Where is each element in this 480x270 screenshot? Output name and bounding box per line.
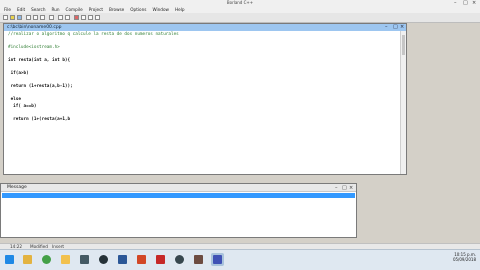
new-file-icon[interactable] [3, 15, 8, 20]
menu-help[interactable]: Help [175, 6, 185, 13]
message-caption: Message [1, 184, 356, 192]
acrobat-icon[interactable] [154, 253, 167, 266]
chess-icon[interactable] [192, 253, 205, 266]
menu-compile[interactable]: Compile [66, 6, 83, 13]
steam-icon[interactable] [97, 253, 110, 266]
copy-icon[interactable] [33, 15, 38, 20]
save-icon[interactable] [17, 15, 22, 20]
menu-run[interactable]: Run [52, 6, 60, 13]
scrollbar-thumb[interactable] [402, 35, 405, 55]
paste-icon[interactable] [40, 15, 45, 20]
editor-close-icon[interactable]: × [400, 24, 404, 31]
undo-icon[interactable] [49, 15, 54, 20]
message-close-icon[interactable]: × [349, 184, 353, 192]
editor-title: c:\bc\bin\noname00.cpp [7, 25, 62, 30]
compile-icon[interactable] [81, 15, 86, 20]
message-selected-row[interactable] [2, 193, 355, 198]
menu-edit[interactable]: Edit [17, 6, 25, 13]
menu-options[interactable]: Options [130, 6, 146, 13]
open-file-icon[interactable] [10, 15, 15, 20]
clock-date: 05/09/2018 [452, 257, 476, 262]
menu-search[interactable]: Search [31, 6, 45, 13]
toolbar [0, 13, 480, 23]
make-icon[interactable] [88, 15, 93, 20]
editor-caption: c:\bc\bin\noname00.cpp [4, 24, 406, 31]
media-icon[interactable] [78, 253, 91, 266]
cut-icon[interactable] [26, 15, 31, 20]
editor-scrollbar[interactable] [400, 31, 406, 174]
menu-bar: File Edit Search Run Compile Project Bro… [0, 6, 480, 13]
run-icon[interactable] [74, 15, 79, 20]
editor-maximize-icon[interactable]: □ [393, 24, 398, 31]
windows-start-icon[interactable] [3, 253, 16, 266]
menu-window[interactable]: Window [152, 6, 169, 13]
powerpoint-icon[interactable] [135, 253, 148, 266]
message-maximize-icon[interactable]: □ [342, 184, 347, 192]
help-icon[interactable] [95, 15, 100, 20]
system-clock[interactable]: 10:15 p.m. 05/09/2018 [436, 252, 476, 262]
editor-minimize-icon[interactable]: – [385, 24, 388, 31]
taskbar: 10:15 p.m. 05/09/2018 [0, 249, 480, 270]
chrome-icon[interactable] [40, 253, 53, 266]
other-app-icon[interactable] [173, 253, 186, 266]
menu-file[interactable]: File [4, 6, 11, 13]
code-line: return (1+(resta(a+1,b [8, 116, 71, 122]
message-minimize-icon[interactable]: – [335, 184, 338, 192]
folder-icon[interactable] [59, 253, 72, 266]
word-icon[interactable] [116, 253, 129, 266]
code-area[interactable]: //realizar o algoritmo q calcule la rest… [8, 32, 400, 123]
search-icon[interactable] [58, 15, 63, 20]
find-again-icon[interactable] [65, 15, 70, 20]
message-title: Message [7, 185, 27, 190]
menu-browse[interactable]: Browse [109, 6, 124, 13]
editor-window: c:\bc\bin\noname00.cpp – □ × //realizar … [3, 23, 407, 175]
menu-project[interactable]: Project [89, 6, 103, 13]
borland-icon[interactable] [211, 253, 224, 266]
message-window: Message – □ × [0, 183, 357, 238]
file-explorer-icon[interactable] [21, 253, 34, 266]
